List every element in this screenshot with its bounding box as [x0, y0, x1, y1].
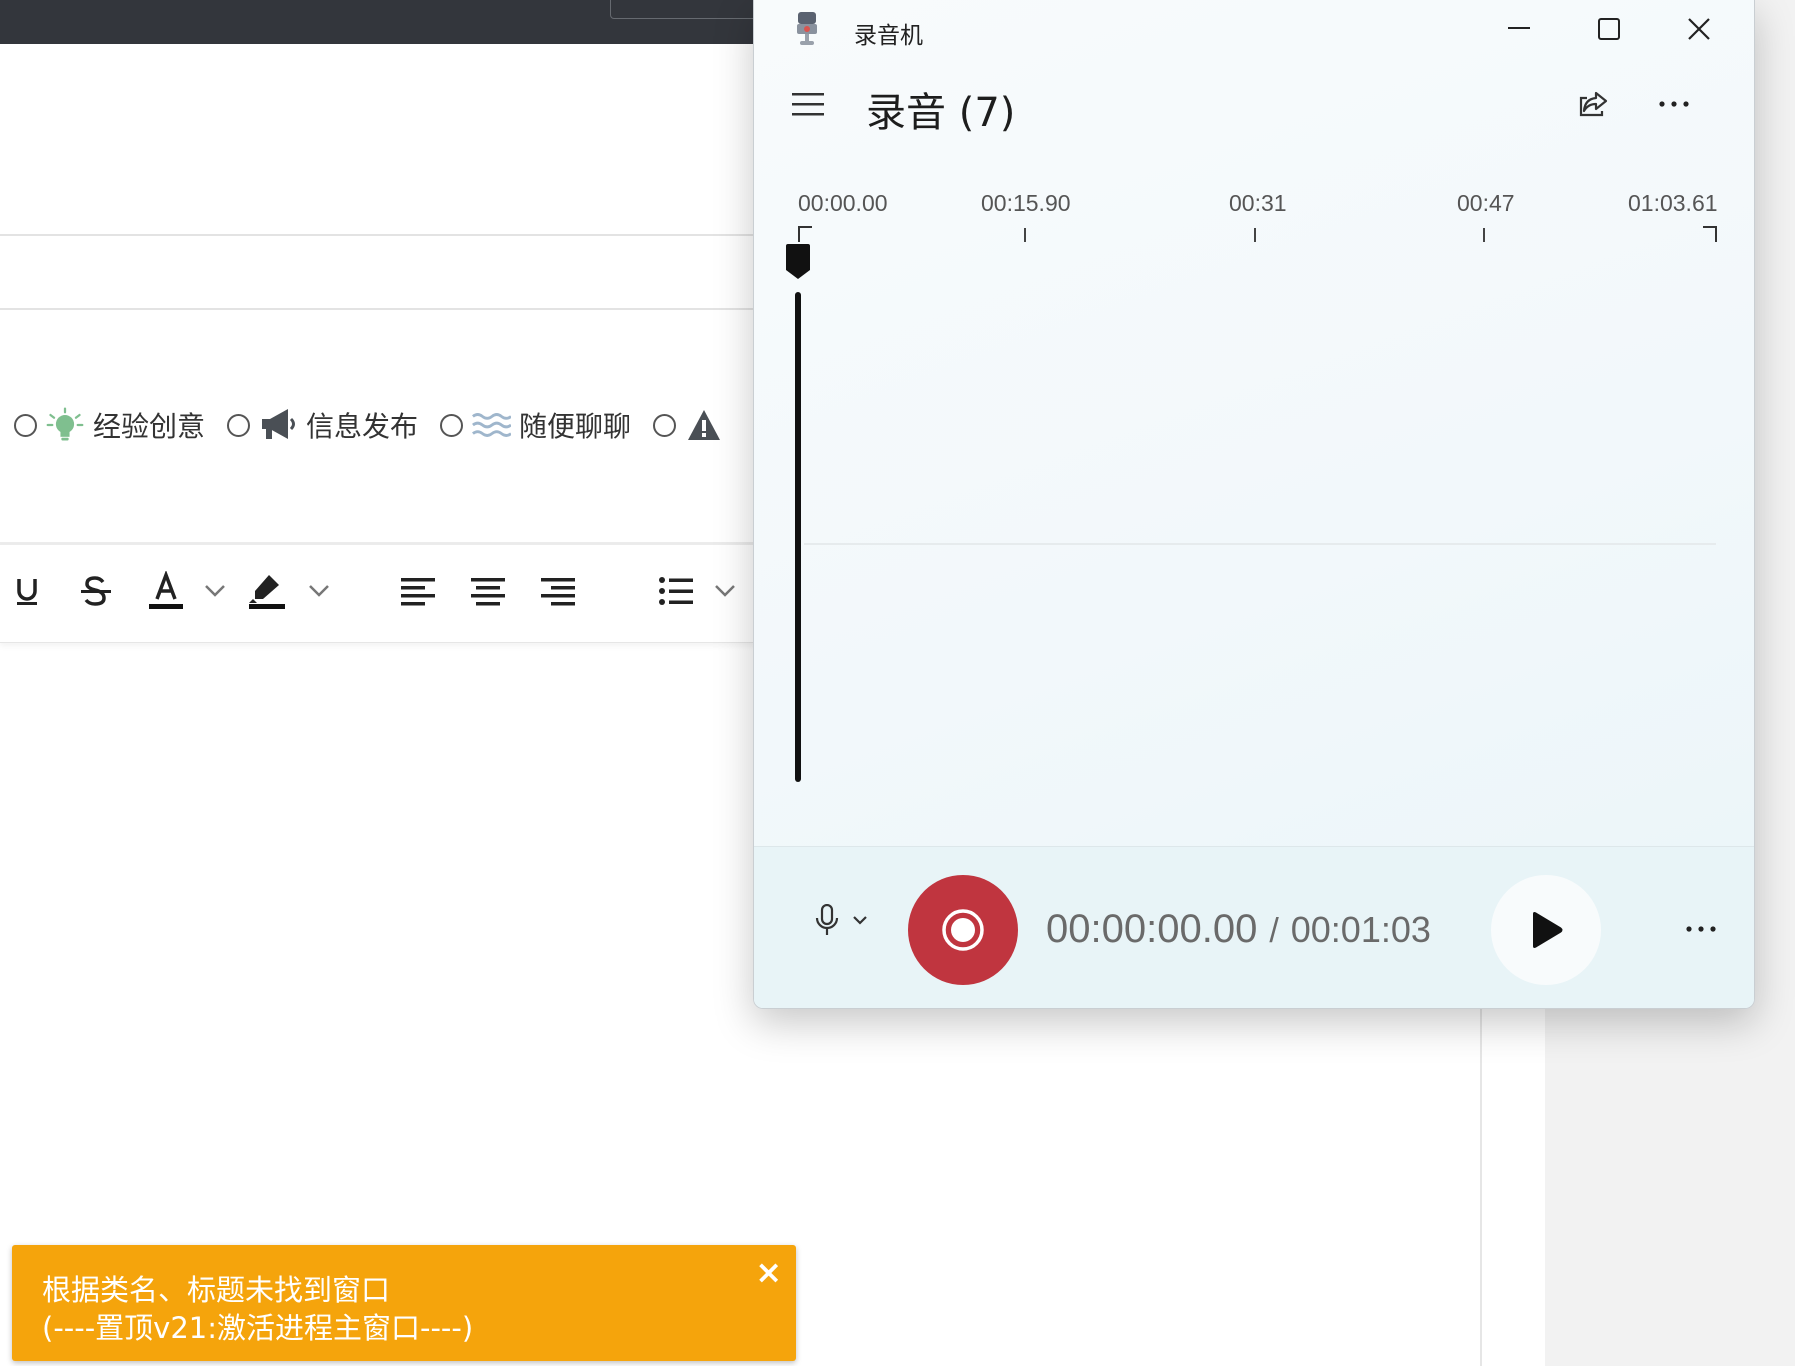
timeline-label: 00:15.90 — [981, 190, 1071, 216]
highlight-dropdown[interactable] — [306, 566, 332, 616]
highlight-button[interactable] — [246, 566, 288, 616]
playback-more-button[interactable] — [1679, 907, 1723, 951]
toast-message-line2: (----置顶v21:激活进程主窗口----) — [42, 1311, 474, 1345]
chevron-down-icon — [715, 585, 735, 597]
menu-button[interactable] — [790, 86, 826, 122]
align-center-button[interactable] — [470, 566, 506, 616]
timeline-start-bracket — [798, 226, 812, 242]
radio-button[interactable] — [227, 413, 251, 437]
bullet-list-button[interactable] — [658, 566, 694, 616]
category-label: 经验创意 — [93, 410, 206, 443]
maximize-button[interactable] — [1564, 0, 1654, 58]
close-icon — [1688, 18, 1710, 40]
playhead-handle[interactable] — [785, 244, 811, 280]
maximize-icon — [1598, 18, 1620, 40]
align-left-icon — [401, 578, 435, 606]
align-left-button[interactable] — [400, 566, 436, 616]
warning-icon — [684, 405, 724, 445]
font-color-dropdown[interactable] — [202, 566, 228, 616]
timeline-label: 00:47 — [1457, 190, 1515, 216]
strikethrough-button[interactable] — [78, 566, 114, 616]
playhead-line — [795, 292, 801, 782]
highlight-icon — [249, 575, 285, 609]
align-right-button[interactable] — [540, 566, 576, 616]
page-divider — [0, 234, 760, 236]
more-icon — [1686, 926, 1716, 932]
timeline-label: 00:00.00 — [798, 190, 888, 216]
align-center-icon — [471, 578, 505, 606]
megaphone-icon — [258, 405, 298, 445]
playback-controls: 00:00:00.00 / 00:01:03 — [754, 846, 1754, 1008]
current-time: 00:00:00.00 — [1046, 907, 1258, 951]
category-option[interactable]: 随便聊聊 — [440, 405, 631, 445]
underline-button[interactable] — [10, 566, 44, 616]
timeline-tick — [1024, 228, 1026, 242]
window-title-bar[interactable]: 录音机 — [754, 0, 1754, 60]
total-time: 00:01:03 — [1290, 909, 1431, 950]
play-icon — [1533, 912, 1563, 948]
category-label: 随便聊聊 — [519, 410, 632, 443]
share-icon — [1579, 91, 1608, 117]
page-divider — [0, 308, 760, 310]
underline-icon — [17, 579, 37, 605]
waveform-baseline — [804, 543, 1716, 545]
browser-tab-edge — [610, 0, 762, 19]
timeline-label: 00:31 — [1229, 190, 1287, 216]
microphone-icon — [815, 904, 867, 935]
page-divider-vertical — [1480, 980, 1482, 1366]
radio-button[interactable] — [653, 413, 677, 437]
chevron-down-icon — [309, 585, 329, 597]
app-title: 录音机 — [854, 23, 923, 49]
bullet-list-icon — [659, 577, 693, 605]
radio-button[interactable] — [440, 413, 464, 437]
microphone-select-button[interactable] — [806, 891, 878, 951]
waves-icon — [471, 405, 512, 445]
record-icon — [942, 909, 984, 951]
category-label: 信息发布 — [306, 410, 419, 443]
font-color-icon — [149, 571, 183, 609]
align-right-icon — [541, 578, 575, 606]
play-button[interactable] — [1491, 875, 1601, 985]
timeline-tick — [1483, 228, 1485, 242]
microphone-app-icon — [794, 10, 820, 48]
time-display: 00:00:00.00 / 00:01:03 — [1046, 907, 1431, 952]
close-button[interactable] — [1654, 0, 1744, 58]
timeline-end-bracket — [1703, 226, 1717, 242]
editor-toolbar — [0, 544, 760, 643]
timeline-tick — [1254, 228, 1256, 242]
timeline-label: 01:03.61 — [1628, 190, 1718, 216]
category-radio-group: 经验创意 信息发布 随便聊聊 — [14, 400, 746, 450]
toast-message-line1: 根据类名、标题未找到窗口 — [42, 1273, 391, 1307]
recording-title: 录音 (7) — [866, 90, 1016, 136]
minimize-button[interactable] — [1474, 0, 1564, 58]
bullet-list-dropdown[interactable] — [712, 566, 738, 616]
category-option[interactable] — [653, 405, 724, 445]
radio-button[interactable] — [14, 413, 37, 437]
category-option[interactable]: 信息发布 — [227, 405, 418, 445]
chevron-down-icon — [205, 585, 225, 597]
lightbulb-icon — [45, 405, 85, 445]
share-button[interactable] — [1572, 82, 1616, 126]
more-icon — [1659, 101, 1689, 107]
category-option[interactable]: 经验创意 — [14, 405, 205, 445]
strikethrough-icon — [81, 576, 111, 606]
font-color-button[interactable] — [146, 566, 186, 616]
more-options-button[interactable] — [1652, 82, 1696, 126]
minimize-icon — [1508, 27, 1530, 29]
toast-close-icon[interactable]: × — [755, 1253, 782, 1291]
notification-toast: 根据类名、标题未找到窗口 (----置顶v21:激活进程主窗口----) × — [12, 1245, 796, 1361]
hamburger-icon — [792, 93, 824, 116]
record-button[interactable] — [908, 875, 1018, 985]
voice-recorder-window: 录音机 录音 (7) 00:00.00 00:15.90 00:31 00:47… — [753, 0, 1755, 1009]
time-separator: / — [1269, 912, 1279, 950]
